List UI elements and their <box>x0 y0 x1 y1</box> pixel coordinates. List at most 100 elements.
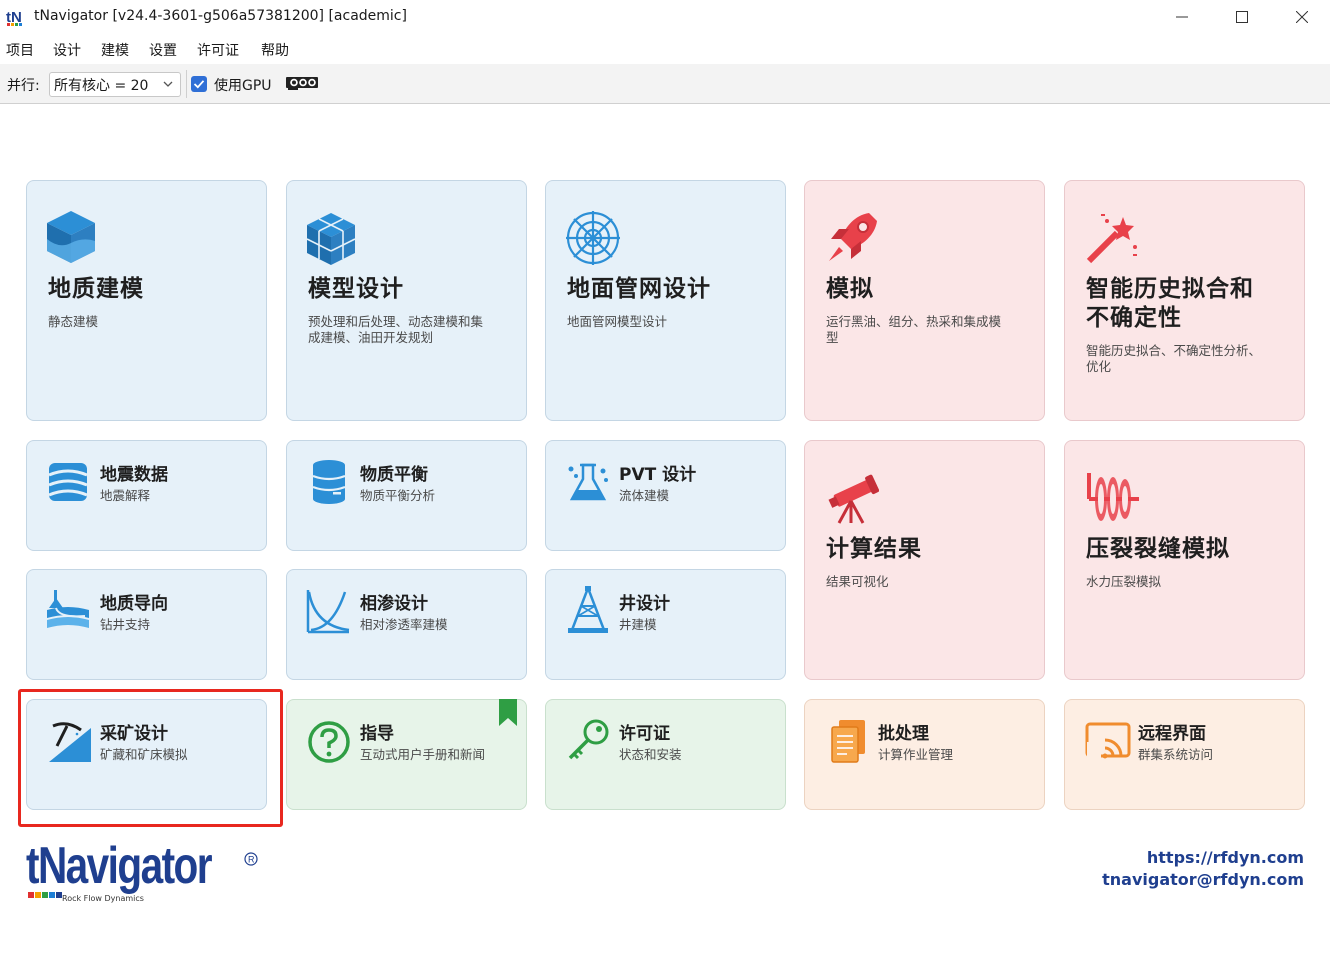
tile-title: 相渗设计 <box>360 594 428 614</box>
tile-subtitle: 状态和安装 <box>619 747 682 762</box>
tile-subtitle: 流体建模 <box>619 488 670 503</box>
tile-title: PVT 设计 <box>619 465 697 485</box>
brand-tagline: Rock Flow Dynamics <box>62 894 144 903</box>
website-link[interactable]: https://rfdyn.com <box>1147 848 1304 867</box>
tile-subtitle: 相对渗透率建模 <box>360 617 448 632</box>
tile-title-line-1: 智能历史拟合和 <box>1086 276 1254 302</box>
tile-title: 批处理 <box>878 724 929 744</box>
tile-subtitle: 群集系统访问 <box>1138 747 1214 762</box>
documents-icon <box>831 720 865 763</box>
check-icon <box>193 80 205 89</box>
tile-title: 压裂裂缝模拟 <box>1086 536 1230 562</box>
menu-help[interactable]: 帮助 <box>261 40 289 60</box>
toolbar-divider <box>186 70 187 98</box>
tile-batch[interactable]: 批处理 计算作业管理 <box>804 699 1045 810</box>
tile-title: 物质平衡 <box>360 465 428 485</box>
cubes-icon <box>306 213 356 265</box>
tile-subtitle: 计算作业管理 <box>878 747 954 762</box>
menu-license[interactable]: 许可证 <box>197 40 239 60</box>
question-icon <box>308 721 350 763</box>
tile-subtitle: 地面管网模型设计 <box>567 314 668 329</box>
tile-title: 地质建模 <box>48 276 144 302</box>
tile-subtitle-line-2: 优化 <box>1086 359 1112 374</box>
tile-license[interactable]: 许可证 状态和安装 <box>545 699 786 810</box>
tile-model-design[interactable]: 模型设计 预处理和后处理、动态建模和集 成建模、油田开发规划 <box>286 180 527 421</box>
svg-text:R: R <box>248 855 255 865</box>
tile-title: 地面管网设计 <box>567 276 711 302</box>
close-icon <box>1296 11 1308 23</box>
remote-icon <box>1085 722 1131 759</box>
tile-subtitle-line-1: 智能历史拟合、不确定性分析、 <box>1086 343 1262 358</box>
telescope-icon <box>828 474 879 524</box>
tile-title-line-2: 不确定性 <box>1086 305 1182 331</box>
tile-title: 地震数据 <box>100 465 168 485</box>
tile-history-matching[interactable]: 智能历史拟合和 不确定性 智能历史拟合、不确定性分析、 优化 <box>1064 180 1305 421</box>
flask-icon <box>568 463 608 501</box>
tile-title: 指导 <box>360 724 394 744</box>
gpu-checkbox[interactable] <box>191 76 207 92</box>
brand-name: tNavigator <box>26 837 213 895</box>
key-icon <box>568 719 609 760</box>
tile-subtitle: 钻井支持 <box>100 617 151 632</box>
geosteering-icon <box>47 590 89 628</box>
tile-subtitle: 静态建模 <box>48 314 99 329</box>
selection-highlight <box>18 689 283 827</box>
tile-subtitle: 水力压裂模拟 <box>1086 574 1162 589</box>
tile-geology[interactable]: 地质建模 静态建模 <box>26 180 267 421</box>
derrick-icon <box>568 586 608 633</box>
menu-bar: 项目 设计 建模 设置 许可证 帮助 <box>0 36 1330 62</box>
tile-title: 模拟 <box>826 276 874 302</box>
cores-select[interactable]: 所有核心 = 20 <box>49 72 181 97</box>
gpu-label: 使用GPU <box>214 78 272 94</box>
tile-subtitle: 结果可视化 <box>826 574 889 589</box>
tile-subtitle-line-1: 运行黑油、组分、热采和集成模 <box>826 314 1002 329</box>
chevron-down-icon <box>163 81 173 87</box>
web-icon <box>566 211 620 265</box>
database-icon <box>312 460 346 504</box>
cores-value: 所有核心 = 20 <box>54 78 149 94</box>
bookmark-icon <box>499 699 517 726</box>
brand-logo: tNavigator <box>26 836 263 896</box>
fracture-icon <box>1087 473 1139 521</box>
menu-design[interactable]: 设计 <box>53 40 81 60</box>
tile-simulation[interactable]: 模拟 运行黑油、组分、热采和集成模 型 <box>804 180 1045 421</box>
app-logo-icon: tN <box>6 9 22 26</box>
window-title: tNavigator [v24.4-3601-g506a57381200] [a… <box>34 8 407 24</box>
tile-network[interactable]: 地面管网设计 地面管网模型设计 <box>545 180 786 421</box>
title-bar: tN tNavigator [v24.4-3601-g506a57381200]… <box>0 0 1330 34</box>
tile-subtitle: 地震解释 <box>100 488 151 503</box>
curve-icon <box>306 590 350 634</box>
tile-results[interactable]: 计算结果 结果可视化 <box>804 440 1045 680</box>
tile-subtitle-line-2: 型 <box>826 330 839 345</box>
tile-subtitle: 物质平衡分析 <box>360 488 436 503</box>
tile-title: 计算结果 <box>826 536 922 562</box>
maximize-icon <box>1236 11 1248 23</box>
tile-seismic[interactable]: 地震数据 地震解释 <box>26 440 267 551</box>
maximize-button[interactable] <box>1212 0 1272 34</box>
brand-color-squares-icon <box>28 892 62 898</box>
tile-title: 模型设计 <box>308 276 404 302</box>
tile-material-balance[interactable]: 物质平衡 物质平衡分析 <box>286 440 527 551</box>
close-button[interactable] <box>1272 0 1330 34</box>
menu-settings[interactable]: 设置 <box>149 40 177 60</box>
tile-well[interactable]: 井设计 井建模 <box>545 569 786 680</box>
tile-title: 地质导向 <box>100 594 168 614</box>
menu-modeling[interactable]: 建模 <box>101 40 129 60</box>
tile-title: 许可证 <box>619 724 670 744</box>
email-link[interactable]: tnavigator@rfdyn.com <box>1102 870 1304 889</box>
tile-title: 井设计 <box>619 594 670 614</box>
tile-remote[interactable]: 远程界面 群集系统访问 <box>1064 699 1305 810</box>
cube-icon <box>47 211 95 263</box>
tile-guide[interactable]: 指导 互动式用户手册和新闻 <box>286 699 527 810</box>
tile-pvt[interactable]: PVT 设计 流体建模 <box>545 440 786 551</box>
tile-subtitle: 互动式用户手册和新闻 <box>360 747 486 762</box>
minimize-icon <box>1176 16 1188 18</box>
registered-icon: R <box>244 852 258 866</box>
tile-fracture[interactable]: 压裂裂缝模拟 水力压裂模拟 <box>1064 440 1305 680</box>
tile-geosteering[interactable]: 地质导向 钻井支持 <box>26 569 267 680</box>
menu-project[interactable]: 项目 <box>6 40 34 60</box>
tile-subtitle: 井建模 <box>619 617 657 632</box>
tile-relperm[interactable]: 相渗设计 相对渗透率建模 <box>286 569 527 680</box>
parallel-label: 并行: <box>7 78 40 94</box>
minimize-button[interactable] <box>1152 0 1212 34</box>
